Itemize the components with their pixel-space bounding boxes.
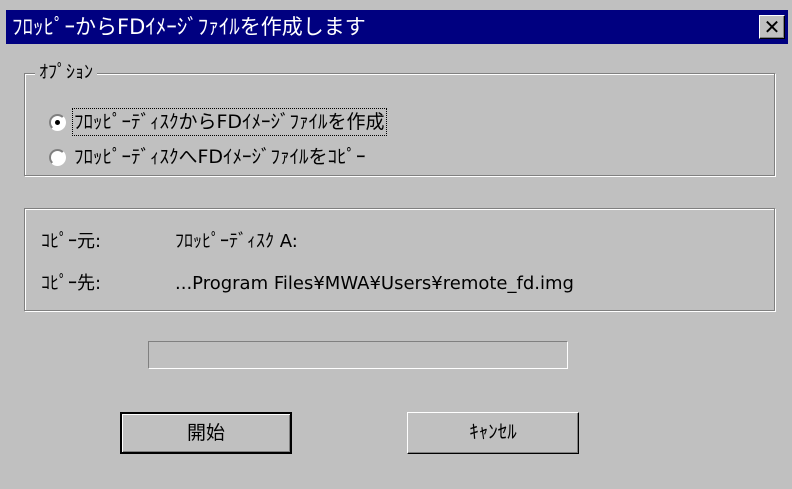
progress-bar: [148, 341, 568, 369]
options-group: ｵﾌﾟｼｮﾝ ﾌﾛｯﾋﾟｰﾃﾞｨｽｸからFDｲﾒｰｼﾞﾌｧｲﾙを作成 ﾌﾛｯﾋﾟ…: [24, 61, 775, 176]
radio-create-image[interactable]: [49, 113, 66, 131]
option-create-image[interactable]: ﾌﾛｯﾋﾟｰﾃﾞｨｽｸからFDｲﾒｰｼﾞﾌｧｲﾙを作成: [49, 108, 387, 136]
start-button[interactable]: 開始: [120, 412, 292, 454]
option-create-image-label[interactable]: ﾌﾛｯﾋﾟｰﾃﾞｨｽｸからFDｲﾒｰｼﾞﾌｧｲﾙを作成: [72, 108, 387, 136]
radio-copy-image[interactable]: [49, 148, 66, 166]
create-fd-image-dialog: ﾌﾛｯﾋﾟｰからFDｲﾒｰｼﾞﾌｧｲﾙを作成します ✕ ｵﾌﾟｼｮﾝ ﾌﾛｯﾋﾟ…: [0, 0, 792, 489]
copy-info-group: ｺﾋﾟｰ元: ﾌﾛｯﾋﾟｰﾃﾞｨｽｸ A: ｺﾋﾟｰ先: ...Program …: [24, 208, 775, 311]
title-bar[interactable]: ﾌﾛｯﾋﾟｰからFDｲﾒｰｼﾞﾌｧｲﾙを作成します ✕: [6, 10, 788, 44]
source-label: ｺﾋﾟｰ元:: [41, 231, 102, 252]
option-copy-image-label[interactable]: ﾌﾛｯﾋﾟｰﾃﾞｨｽｸへFDｲﾒｰｼﾞﾌｧｲﾙをｺﾋﾟｰ: [74, 145, 366, 169]
close-button[interactable]: ✕: [759, 15, 785, 39]
close-icon: ✕: [763, 15, 781, 39]
window-title: ﾌﾛｯﾋﾟｰからFDｲﾒｰｼﾞﾌｧｲﾙを作成します: [12, 15, 366, 39]
destination-label: ｺﾋﾟｰ先:: [41, 273, 102, 294]
cancel-button[interactable]: ｷｬﾝｾﾙ: [407, 412, 579, 454]
option-copy-image[interactable]: ﾌﾛｯﾋﾟｰﾃﾞｨｽｸへFDｲﾒｰｼﾞﾌｧｲﾙをｺﾋﾟｰ: [49, 143, 366, 171]
source-value: ﾌﾛｯﾋﾟｰﾃﾞｨｽｸ A:: [175, 231, 298, 252]
destination-value: ...Program Files¥MWA¥Users¥remote_fd.img: [175, 273, 574, 294]
options-legend: ｵﾌﾟｼｮﾝ: [35, 61, 97, 85]
